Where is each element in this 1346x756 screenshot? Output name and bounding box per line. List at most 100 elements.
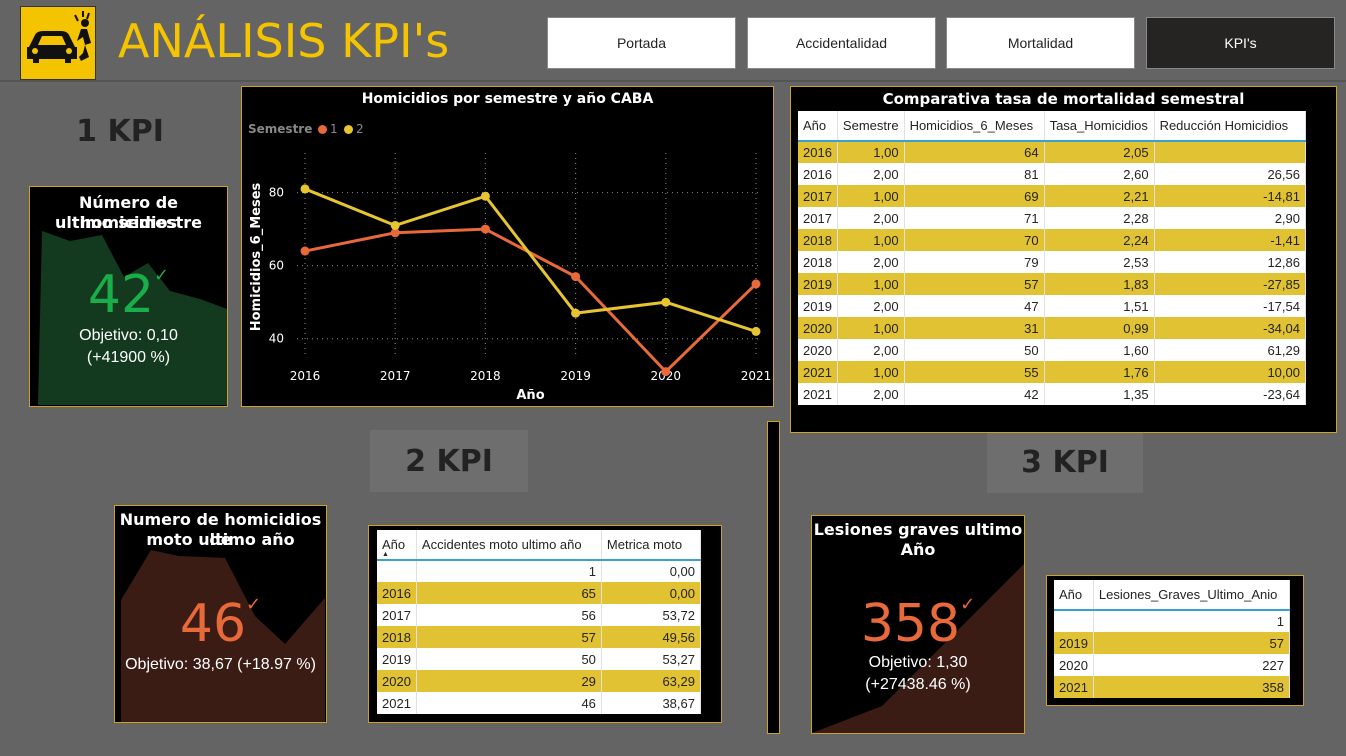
table-row[interactable]: 2019 50 53,27: [377, 648, 702, 670]
table-cell: 2,05: [1044, 141, 1155, 163]
table-row[interactable]: 2017 56 53,72: [377, 604, 702, 626]
table-row[interactable]: 2020 1,00 31 0,99 -34,04: [798, 317, 1307, 339]
table-cell: -14,81: [1154, 185, 1307, 207]
table-cell: [1154, 141, 1307, 163]
table-row[interactable]: 2018 1,00 70 2,24 -1,41: [798, 229, 1307, 251]
table-row[interactable]: 2017 2,00 71 2,28 2,90: [798, 207, 1307, 229]
table-cell: 2018: [377, 626, 417, 648]
check-icon: ✓: [960, 594, 976, 615]
column-header[interactable]: Metrica moto: [601, 530, 702, 561]
data-point: [480, 224, 490, 234]
table-cell: 2,00: [837, 383, 905, 405]
kpi-card-homicidios-moto[interactable]: Numero de homicidios de moto ultimo año …: [114, 505, 327, 723]
column-header[interactable]: Año: [1054, 580, 1094, 611]
table-cell: 10,00: [1154, 361, 1307, 383]
table-cell: 42: [904, 383, 1045, 405]
mortalidad-table-card[interactable]: Comparativa tasa de mortalidad semestral…: [790, 86, 1337, 433]
nav-button-portada[interactable]: Portada: [547, 17, 736, 69]
table-row[interactable]: 2019 1,00 57 1,83 -27,85: [798, 273, 1307, 295]
table-cell: 2021: [1054, 676, 1094, 698]
column-header[interactable]: Accidentes moto ultimo año: [416, 530, 602, 561]
kpi-card-homicidios-semestre[interactable]: Número de homicidios ultimo semestre 42✓…: [29, 186, 228, 407]
nav-button-accidentalidad[interactable]: Accidentalidad: [747, 17, 936, 69]
table-cell: 2016: [798, 163, 838, 185]
table-cell: 61,29: [1154, 339, 1307, 361]
table-row[interactable]: 2021 2,00 42 1,35 -23,64: [798, 383, 1307, 405]
table-cell: 1: [1093, 610, 1291, 632]
table-cell: 55: [904, 361, 1045, 383]
column-header[interactable]: Homicidios_6_Meses: [904, 111, 1045, 142]
y-tick-label: 60: [269, 259, 284, 273]
table-row[interactable]: 2019 2,00 47 1,51 -17,54: [798, 295, 1307, 317]
table-cell: 1,00: [837, 317, 905, 339]
table-row[interactable]: 2016 2,00 81 2,60 26,56: [798, 163, 1307, 185]
table-cell: 50: [904, 339, 1045, 361]
table-row[interactable]: 2021 46 38,67: [377, 692, 702, 714]
table-cell: [377, 560, 417, 582]
table-cell: 2017: [798, 185, 838, 207]
table-title: Comparativa tasa de mortalidad semestral: [882, 90, 1245, 108]
data-point: [751, 326, 761, 336]
table-cell: 2019: [798, 273, 838, 295]
car-accident-logo-icon: [20, 6, 96, 80]
homicidios-line-chart[interactable]: Homicidios por semestre y año CABA Semes…: [241, 86, 774, 407]
table-row[interactable]: 2020 29 63,29: [377, 670, 702, 692]
table-cell: 2018: [798, 229, 838, 251]
table-cell: 2,00: [837, 251, 905, 273]
column-header[interactable]: Reducción Homicidios: [1154, 111, 1307, 142]
table-cell: -34,04: [1154, 317, 1307, 339]
table-cell: 2020: [377, 670, 417, 692]
table-row[interactable]: 2019 57: [1054, 632, 1291, 654]
series-line-1: [304, 227, 758, 374]
goal-text: Objetivo: 38,67 (+18.97 %): [125, 656, 316, 673]
table-cell: 2,60: [1044, 163, 1155, 185]
data-point: [571, 308, 581, 318]
column-header[interactable]: Año ▲: [377, 530, 417, 561]
table-cell: 1,00: [837, 141, 905, 163]
table-row[interactable]: 2021 358: [1054, 676, 1291, 698]
table-cell: 358: [1093, 676, 1291, 698]
table-row[interactable]: 2016 1,00 64 2,05: [798, 141, 1307, 163]
page-title: ANÁLISIS KPI's: [118, 14, 450, 68]
table-row[interactable]: 2018 57 49,56: [377, 626, 702, 648]
table-cell: 50: [416, 648, 602, 670]
nav-button-mortalidad[interactable]: Mortalidad: [946, 17, 1135, 69]
column-header[interactable]: Año: [798, 111, 838, 142]
table-row[interactable]: 2020 227: [1054, 654, 1291, 676]
table-cell: 2,90: [1154, 207, 1307, 229]
kpi-card-lesiones-graves[interactable]: Lesiones graves ultimo Año 358✓ Objetivo…: [811, 515, 1025, 734]
table-row[interactable]: 2021 1,00 55 1,76 10,00: [798, 361, 1307, 383]
column-header[interactable]: Lesiones_Graves_Ultimo_Anio: [1093, 580, 1291, 611]
table-cell: 2,21: [1044, 185, 1155, 207]
table-cell: 1,51: [1044, 295, 1155, 317]
table-cell: 64: [904, 141, 1045, 163]
column-header[interactable]: Tasa_Homicidios: [1044, 111, 1155, 142]
table-row[interactable]: 2016 65 0,00: [377, 582, 702, 604]
table-row[interactable]: 1 0,00: [377, 560, 702, 582]
y-tick-label: 40: [269, 332, 284, 346]
lesiones-table-card[interactable]: Año Lesiones_Graves_Ultimo_Anio 1 2019 57 202…: [1046, 575, 1304, 706]
table-cell: 2020: [798, 317, 838, 339]
table-row[interactable]: 2018 2,00 79 2,53 12,86: [798, 251, 1307, 273]
table-cell: 2020: [1054, 654, 1094, 676]
table-row[interactable]: 2017 1,00 69 2,21 -14,81: [798, 185, 1307, 207]
goal-text: Objetivo: 0,10: [79, 327, 178, 344]
column-header[interactable]: Semestre: [837, 111, 905, 142]
moto-table-card[interactable]: Año ▲ Accidentes moto ultimo año Metrica mo…: [368, 525, 722, 723]
table-cell: 1: [416, 560, 602, 582]
table-row[interactable]: 2020 2,00 50 1,60 61,29: [798, 339, 1307, 361]
y-tick-label: 80: [269, 186, 284, 200]
table-row[interactable]: 1: [1054, 610, 1291, 632]
table-cell: 2016: [798, 141, 838, 163]
table-cell: 2019: [798, 295, 838, 317]
table-cell: 12,86: [1154, 251, 1307, 273]
card-title-line2: moto ultimo año: [146, 530, 295, 549]
goal-percent: (+41900 %): [86, 349, 171, 366]
kpi-value: 358: [860, 594, 961, 654]
table-cell: [1054, 610, 1094, 632]
table-cell: 0,00: [601, 582, 702, 604]
card-title-line2: Año: [900, 540, 936, 559]
table-cell: 1,83: [1044, 273, 1155, 295]
table-cell: 49,56: [601, 626, 702, 648]
nav-button-kpis[interactable]: KPI's: [1146, 17, 1335, 69]
